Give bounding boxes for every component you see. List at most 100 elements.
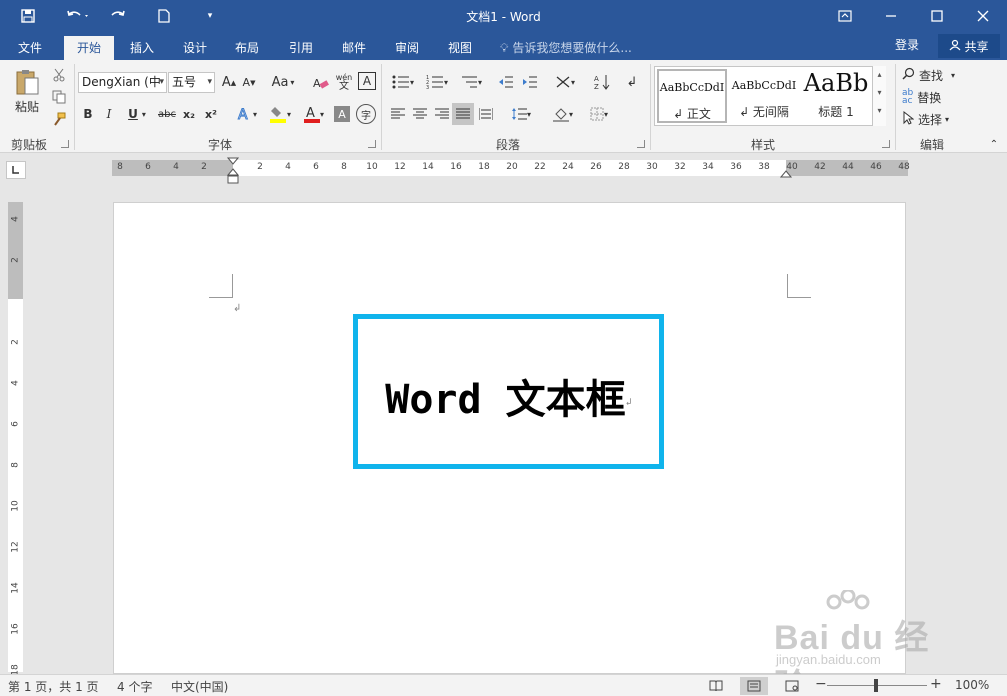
paragraph-group-label: 段落 <box>496 138 521 152</box>
format-painter-icon[interactable] <box>50 110 68 128</box>
ruler-tick-label: 24 <box>562 162 574 172</box>
underline-button[interactable]: U ▾ <box>122 104 152 124</box>
font-color-button[interactable]: A ▾ <box>298 104 330 124</box>
font-launcher-icon[interactable] <box>368 140 376 148</box>
chevron-down-icon: ▾ <box>159 77 164 87</box>
paragraph-mark: ↲ <box>625 396 632 408</box>
increase-indent-icon[interactable] <box>520 72 540 92</box>
ribbon-tabs: 文件 开始 插入 设计 布局 引用 邮件 审阅 视图 💡︎ 告诉我您想要做什么..… <box>0 32 1007 60</box>
zoom-slider-thumb[interactable] <box>874 679 878 692</box>
distributed-icon[interactable] <box>476 104 496 124</box>
ruler-tick-label: 20 <box>506 162 518 172</box>
character-shading-button[interactable]: A <box>334 106 350 122</box>
show-hide-marks-icon[interactable]: ↲ <box>622 72 642 92</box>
character-border-button[interactable]: A <box>358 72 376 90</box>
highlight-button[interactable]: ▾ <box>264 104 296 124</box>
vertical-scrollbar[interactable] <box>989 154 1007 674</box>
text-box[interactable]: Word 文本框↲ <box>353 314 664 469</box>
borders-icon[interactable]: ▾ <box>584 104 614 124</box>
cut-icon[interactable] <box>50 66 68 84</box>
align-left-icon[interactable] <box>388 104 408 124</box>
group-divider <box>650 64 651 150</box>
tab-file[interactable]: 文件 <box>6 36 54 60</box>
word-count[interactable]: 4 个字 <box>117 678 152 695</box>
paragraph-launcher-icon[interactable] <box>637 140 645 148</box>
grow-font-button[interactable]: A ▲ <box>220 72 238 93</box>
bold-button[interactable]: B <box>80 104 96 124</box>
superscript-button[interactable]: x² <box>202 104 220 124</box>
share-button[interactable]: 共享 <box>938 34 1000 58</box>
text-box-content[interactable]: Word 文本框↲ <box>358 367 659 425</box>
page-count[interactable]: 第 1 页，共 1 页 <box>8 678 99 695</box>
zoom-out-button[interactable]: − <box>815 676 827 692</box>
align-center-icon[interactable] <box>410 104 430 124</box>
style-heading-1[interactable]: AaBb 标题 1 <box>801 69 871 123</box>
phonetic-guide-button[interactable]: wén 文 <box>334 70 354 94</box>
tab-selector[interactable] <box>6 161 26 179</box>
person-icon <box>949 39 961 54</box>
align-right-icon[interactable] <box>432 104 452 124</box>
zoom-in-button[interactable]: + <box>930 676 942 692</box>
ruler-tick-label: 10 <box>10 500 21 512</box>
tab-view[interactable]: 视图 <box>438 36 482 60</box>
tab-layout[interactable]: 布局 <box>225 36 269 60</box>
ribbon-display-options-icon[interactable] <box>830 0 860 32</box>
select-button[interactable]: 选择 ▾ <box>902 110 964 128</box>
print-layout-icon[interactable] <box>740 677 768 695</box>
multilevel-list-icon[interactable]: ▾ <box>456 72 486 92</box>
group-divider <box>895 64 896 150</box>
shading-icon[interactable]: ▾ <box>548 104 578 124</box>
change-case-button[interactable]: Aa ▾ <box>268 72 298 93</box>
chinese-layout-icon[interactable]: ▾ <box>550 72 580 92</box>
justify-icon[interactable] <box>452 103 474 125</box>
more-styles-icon[interactable]: ▾ <box>873 102 886 120</box>
close-icon[interactable] <box>966 0 1000 32</box>
collapse-ribbon-icon[interactable]: ⌃ <box>986 138 1002 150</box>
clipboard-launcher-icon[interactable] <box>61 140 69 148</box>
font-size-combo[interactable]: 五号 ▾ <box>168 72 215 93</box>
read-mode-icon[interactable] <box>702 677 730 695</box>
status-bar: 第 1 页，共 1 页 4 个字 中文(中国) − + 100% <box>0 674 1007 696</box>
tab-review[interactable]: 审阅 <box>385 36 429 60</box>
first-line-indent-marker[interactable] <box>226 157 240 188</box>
replace-button[interactable]: ab ac 替换 <box>902 88 964 106</box>
font-color-icon: A <box>303 106 320 123</box>
find-button[interactable]: 查找 ▾ <box>902 66 964 84</box>
copy-icon[interactable] <box>50 88 68 106</box>
strikethrough-button[interactable]: abc <box>155 104 179 124</box>
minimize-icon[interactable] <box>876 0 906 32</box>
font-name-combo[interactable]: DengXian (中 ▾ <box>78 72 167 93</box>
sort-icon[interactable]: AZ <box>592 72 612 92</box>
tab-mailings[interactable]: 邮件 <box>332 36 376 60</box>
tab-insert[interactable]: 插入 <box>120 36 164 60</box>
style-normal[interactable]: AaBbCcDdI ↲ 正文 <box>657 69 727 123</box>
clear-formatting-icon[interactable]: A <box>312 72 330 93</box>
maximize-icon[interactable] <box>922 0 952 32</box>
bullets-icon[interactable]: ▾ <box>388 72 418 92</box>
tab-home[interactable]: 开始 <box>64 36 114 60</box>
decrease-indent-icon[interactable] <box>496 72 516 92</box>
right-indent-marker[interactable] <box>779 169 793 183</box>
shrink-font-button[interactable]: A ▼ <box>240 72 258 93</box>
zoom-level[interactable]: 100% <box>955 678 989 692</box>
tab-references[interactable]: 引用 <box>279 36 323 60</box>
styles-gallery-scroll[interactable]: ▴ ▾ ▾ <box>872 66 886 126</box>
language-status[interactable]: 中文(中国) <box>171 678 228 695</box>
scroll-down-icon[interactable]: ▾ <box>873 84 886 102</box>
numbering-icon[interactable]: 1 2 3 ▾ <box>422 72 452 92</box>
styles-launcher-icon[interactable] <box>882 140 890 148</box>
tell-me-search[interactable]: 💡︎ 告诉我您想要做什么... <box>500 36 632 60</box>
scroll-up-icon[interactable]: ▴ <box>873 66 886 84</box>
style-no-spacing[interactable]: AaBbCcDdI ↲ 无间隔 <box>729 69 799 123</box>
italic-button[interactable]: I <box>101 104 117 124</box>
web-layout-icon[interactable] <box>778 677 806 695</box>
enclose-characters-button[interactable]: 字 <box>356 104 376 124</box>
subscript-button[interactable]: x₂ <box>180 104 198 124</box>
sign-in-link[interactable]: 登录 <box>895 36 919 53</box>
paste-button[interactable]: 粘贴 <box>10 66 44 116</box>
tab-design[interactable]: 设计 <box>173 36 217 60</box>
editing-group-label: 编辑 <box>920 138 945 152</box>
text-effects-button[interactable]: A ▾ <box>232 104 262 124</box>
ruler-tick-label: 42 <box>814 162 826 172</box>
line-spacing-icon[interactable]: ▾ <box>506 104 536 124</box>
